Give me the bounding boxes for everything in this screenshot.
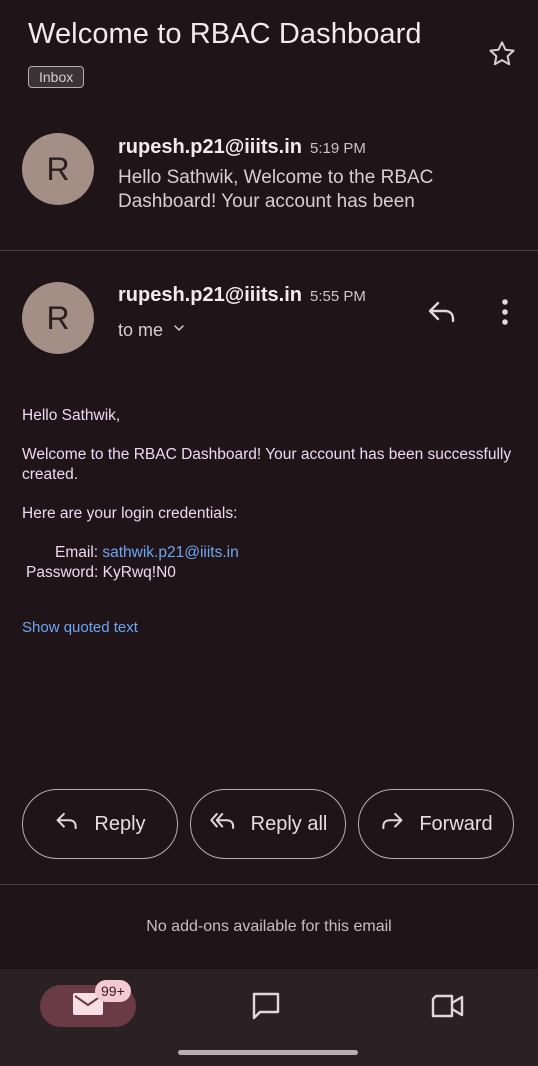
avatar: R — [22, 282, 94, 354]
divider — [0, 250, 538, 251]
reply-button[interactable]: Reply — [22, 789, 178, 859]
inbox-label-chip[interactable]: Inbox — [28, 66, 85, 88]
addons-message: No add-ons available for this email — [146, 918, 392, 935]
sender-name: rupesh.p21@iiits.in — [118, 284, 302, 306]
recipient-text: to me — [118, 320, 164, 340]
reply-icon[interactable] — [426, 298, 458, 326]
video-camera-icon — [430, 994, 466, 1026]
body-line: Welcome to the RBAC Dashboard! Your acco… — [22, 446, 512, 483]
chevron-down-icon — [171, 320, 187, 341]
email-subject: Welcome to RBAC Dashboard — [28, 18, 422, 50]
forward-button-label: Forward — [419, 812, 493, 835]
reply-all-icon — [209, 810, 237, 838]
forward-arrow-icon — [379, 810, 405, 838]
show-quoted-text-link[interactable]: Show quoted text — [22, 619, 138, 636]
body-line: Here are your login credentials: — [22, 505, 238, 522]
forward-button[interactable]: Forward — [358, 789, 514, 859]
chat-icon — [250, 992, 282, 1026]
reply-arrow-icon — [54, 810, 80, 838]
message-time: 5:55 PM — [309, 288, 366, 305]
message-body: Hello Sathwik, Welcome to the RBAC Dashb… — [22, 406, 512, 583]
reply-all-button[interactable]: Reply all — [190, 789, 346, 859]
message-snippet: Hello Sathwik, Welcome to the RBAC Dashb… — [118, 167, 434, 212]
message-time: 5:19 PM — [309, 140, 366, 157]
nav-chat-tab[interactable] — [250, 990, 286, 1024]
reply-button-label: Reply — [94, 812, 146, 835]
recipient-details-toggle[interactable]: to me — [118, 320, 187, 341]
more-options-icon[interactable] — [496, 298, 514, 328]
sender-name: rupesh.p21@iiits.in — [118, 136, 302, 158]
reply-all-button-label: Reply all — [250, 812, 328, 835]
email-label: Email: — [55, 544, 103, 561]
email-link[interactable]: sathwik.p21@iiits.in — [102, 544, 238, 561]
avatar: R — [22, 133, 94, 205]
mail-count-badge: 99+ — [95, 980, 131, 1002]
credentials-email-row: Email: sathwik.p21@iiits.in — [22, 543, 512, 563]
divider — [0, 884, 538, 885]
credentials-password-row: Password: KyRwq!N0 — [26, 564, 176, 581]
gesture-home-bar[interactable] — [178, 1050, 358, 1055]
nav-meet-tab[interactable] — [430, 990, 470, 1024]
star-icon[interactable] — [486, 38, 518, 70]
body-greeting: Hello Sathwik, — [22, 407, 121, 424]
